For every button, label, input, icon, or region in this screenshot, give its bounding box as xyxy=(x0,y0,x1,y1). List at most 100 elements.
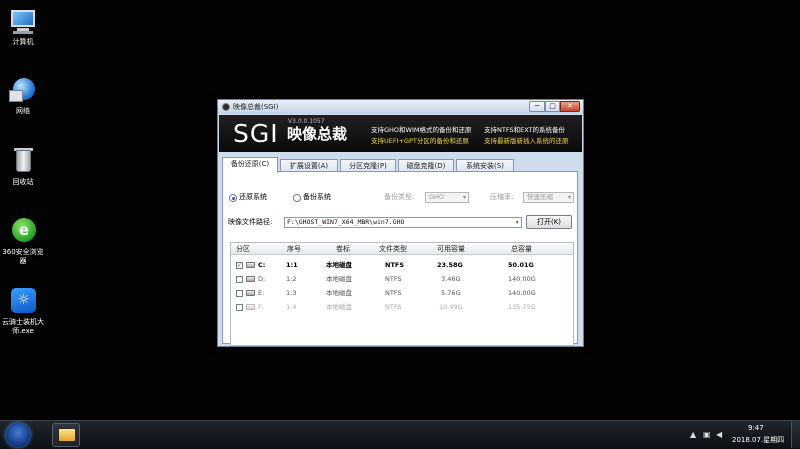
tray-expand-icon[interactable]: ▲ xyxy=(690,430,696,439)
image-path-label: 映像文件路径: xyxy=(228,218,273,226)
close-button[interactable]: ✕ xyxy=(560,101,580,112)
compress-label: 压缩率: xyxy=(490,193,514,201)
row-checkbox[interactable] xyxy=(236,290,243,297)
cell-index: 1:2 xyxy=(286,275,297,283)
brand-title: 映像总裁 xyxy=(287,125,348,143)
cell-free: 10.49G xyxy=(439,303,463,311)
cell-fs: NTFS xyxy=(385,303,402,311)
cell-label: 本地磁盘 xyxy=(326,261,352,269)
table-row[interactable]: D: 1:2 本地磁盘 NTFS 3.46G 140.00G xyxy=(231,273,573,287)
cell-label: 本地磁盘 xyxy=(326,289,352,297)
banner: SGI V3.0.0.1057 映像总裁 支持GHO和WIM格式的备份和还原 支… xyxy=(219,115,582,152)
volume-icon[interactable]: ◀ xyxy=(716,430,722,439)
window-title: 映像总裁(SGI) xyxy=(233,103,279,111)
folder-icon xyxy=(59,429,75,441)
backup-radio-label[interactable]: 备份系统 xyxy=(303,193,331,202)
computer-icon xyxy=(8,6,38,36)
partition-table: 分区 序号 卷标 文件类型 可用容量 总容量 ✓ C: 1:1 本地磁盘 NTF… xyxy=(230,242,574,346)
cell-label: 本地磁盘 xyxy=(326,275,352,283)
table-row[interactable]: ✓ C: 1:1 本地磁盘 NTFS 23.58G 50.01G xyxy=(231,259,573,273)
column-header: 卷标 xyxy=(336,245,350,253)
restore-radio[interactable] xyxy=(229,194,237,202)
backup-type-label: 备份类型: xyxy=(384,193,415,201)
sgi-window: 映像总裁(SGI) ─ □ ✕ SGI V3.0.0.1057 映像总裁 支持G… xyxy=(217,99,584,347)
backup-type-value: GHO xyxy=(429,193,445,201)
desktop-icon-360-browser[interactable]: e 360安全浏览器 xyxy=(0,216,46,266)
backup-type-select[interactable]: GHO ▾ xyxy=(425,192,469,203)
image-path-input[interactable]: F:\GHOST_WIN7_X64_MBR\win7.GHO ▾ xyxy=(284,217,522,228)
disk-icon xyxy=(246,276,255,282)
desktop-icon-recycle-bin[interactable]: 回收站 xyxy=(0,146,46,187)
title-bar[interactable]: 映像总裁(SGI) ─ □ ✕ xyxy=(218,100,583,114)
table-header: 分区 序号 卷标 文件类型 可用容量 总容量 xyxy=(231,243,573,255)
feature-text: 支持GHO和WIM格式的备份和还原 xyxy=(371,126,472,134)
desktop-icon-yunqishi[interactable]: ☼ 云骑士装机大师.exe xyxy=(0,286,46,336)
column-header: 分区 xyxy=(236,245,250,253)
cell-total: 140.00G xyxy=(508,289,536,297)
table-row[interactable]: F: 1:4 本地磁盘 NTFS 10.49G 135.75G xyxy=(231,301,573,315)
cell-free: 5.76G xyxy=(441,289,461,297)
compress-value: 快速压缩 xyxy=(527,193,553,201)
cell-index: 1:3 xyxy=(286,289,297,297)
minimize-button[interactable]: ─ xyxy=(529,101,545,112)
cell-drive: F: xyxy=(258,303,264,311)
chevron-down-icon: ▾ xyxy=(567,194,571,201)
cell-total: 50.01G xyxy=(508,261,534,269)
sgi-logo: SGI xyxy=(233,119,279,148)
taskbar-explorer-button[interactable] xyxy=(52,423,80,447)
yunqishi-icon: ☼ xyxy=(8,286,38,316)
disk-icon xyxy=(246,304,255,310)
desktop-icon-label: 回收站 xyxy=(12,178,34,186)
image-path-value: F:\GHOST_WIN7_X64_MBR\win7.GHO xyxy=(287,218,405,226)
cell-label: 本地磁盘 xyxy=(326,303,352,311)
recycle-bin-icon xyxy=(8,146,38,176)
network-tray-icon[interactable]: ▣ xyxy=(703,430,711,439)
clock-time[interactable]: 9:47 xyxy=(748,424,764,432)
maximize-button[interactable]: □ xyxy=(545,101,560,112)
tab-backup-restore[interactable]: 备份还原(C) xyxy=(222,157,278,173)
open-button[interactable]: 打开(K) xyxy=(526,215,572,229)
feature-text: 支持最新版新插入系统的还原 xyxy=(484,137,569,145)
column-header: 序号 xyxy=(287,245,301,253)
cell-drive: C: xyxy=(258,261,266,269)
network-icon xyxy=(8,75,38,105)
chevron-down-icon: ▾ xyxy=(462,194,466,201)
cell-total: 135.75G xyxy=(508,303,536,311)
cell-drive: E: xyxy=(258,289,265,297)
cell-index: 1:4 xyxy=(286,303,297,311)
desktop-icon-label: 计算机 xyxy=(12,38,34,46)
show-desktop-button[interactable] xyxy=(791,421,800,448)
cell-index: 1:1 xyxy=(286,261,298,269)
taskbar: ▲ ▣ ◀ 9:47 2018.07.星期四 xyxy=(0,420,800,449)
cell-free: 23.58G xyxy=(437,261,463,269)
table-row[interactable]: E: 1:3 本地磁盘 NTFS 5.76G 140.00G xyxy=(231,287,573,301)
row-checkbox[interactable]: ✓ xyxy=(236,262,243,269)
cell-fs: NTFS xyxy=(385,261,404,269)
column-header: 总容量 xyxy=(511,245,532,253)
desktop-icon-label: 360安全浏览器 xyxy=(2,248,44,265)
disk-icon xyxy=(246,262,255,268)
browser-360-icon: e xyxy=(8,216,38,246)
desktop-icon-label: 网络 xyxy=(16,107,30,115)
chevron-down-icon[interactable]: ▾ xyxy=(515,218,519,227)
cell-total: 140.00G xyxy=(508,275,536,283)
cell-drive: D: xyxy=(258,275,266,283)
version-label: V3.0.0.1057 xyxy=(288,118,325,125)
restore-radio-label[interactable]: 还原系统 xyxy=(239,193,267,202)
backup-radio[interactable] xyxy=(293,194,301,202)
desktop-icon-computer[interactable]: 计算机 xyxy=(0,6,46,47)
start-button[interactable] xyxy=(6,423,30,447)
column-header: 可用容量 xyxy=(437,245,465,253)
cell-fs: NTFS xyxy=(385,289,402,297)
feature-text: 支持NTFS和EXT的系统备份 xyxy=(484,126,565,134)
row-checkbox[interactable] xyxy=(236,304,243,311)
feature-text: 支持UEFI+GPT分区的备份和还原 xyxy=(371,137,469,145)
desktop-icon-label: 云骑士装机大师.exe xyxy=(2,318,44,335)
compress-select[interactable]: 快速压缩 ▾ xyxy=(523,192,574,203)
row-checkbox[interactable] xyxy=(236,276,243,283)
disk-icon xyxy=(246,290,255,296)
cell-fs: NTFS xyxy=(385,275,402,283)
app-icon xyxy=(222,103,230,111)
clock-date[interactable]: 2018.07.星期四 xyxy=(732,435,784,445)
desktop-icon-network[interactable]: 网络 xyxy=(0,75,46,116)
